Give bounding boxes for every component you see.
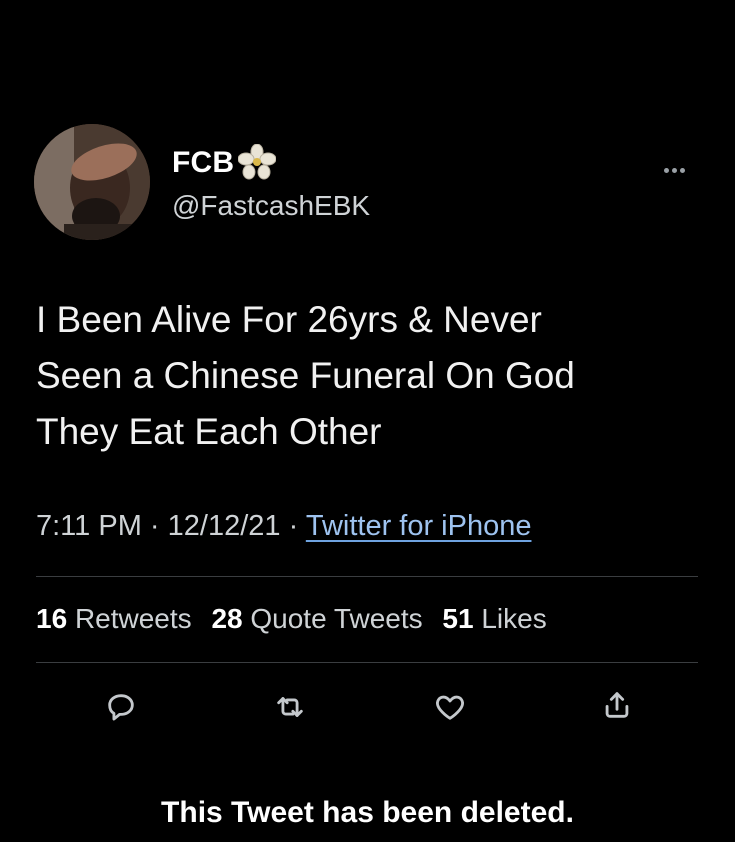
tweet-actions: [0, 690, 735, 730]
tweet-meta: 7:11 PM · 12/12/21 · Twitter for iPhone: [36, 510, 531, 543]
retweets-stat[interactable]: 16 Retweets: [36, 603, 192, 634]
more-options-icon[interactable]: [664, 160, 698, 173]
tweet-text-line: They Eat Each Other: [36, 411, 382, 452]
tweet-text-line: Seen a Chinese Funeral On God: [36, 355, 575, 396]
white-flower-emoji-icon: [238, 144, 276, 180]
tweet-stats: 16 Retweets 28 Quote Tweets 51 Likes: [36, 603, 559, 635]
reply-icon[interactable]: [104, 690, 138, 724]
quote-tweets-stat[interactable]: 28 Quote Tweets: [211, 603, 422, 634]
user-handle[interactable]: @FastcashEBK: [172, 190, 370, 222]
like-icon[interactable]: [433, 690, 467, 724]
avatar-image: [34, 124, 150, 240]
retweets-count: 16: [36, 603, 68, 634]
retweets-label: Retweets: [74, 603, 192, 634]
deleted-notice: This Tweet has been deleted.: [161, 796, 574, 829]
tweet-time[interactable]: 7:11 PM: [36, 510, 142, 542]
retweet-icon[interactable]: [273, 690, 307, 724]
quote-tweets-label: Quote Tweets: [250, 603, 423, 634]
display-name[interactable]: FCB: [172, 146, 234, 180]
tweet-text: I Been Alive For 26yrs & Never Seen a Ch…: [36, 292, 716, 460]
tweet-date[interactable]: 12/12/21: [168, 510, 281, 542]
quote-tweets-count: 28: [211, 603, 243, 634]
tweet-card: FCB @FastcashEBK I Been Alive For 26yrs …: [0, 0, 735, 842]
share-icon[interactable]: [600, 688, 634, 722]
meta-separator: ·: [288, 510, 299, 542]
avatar[interactable]: [34, 124, 150, 240]
divider: [36, 576, 698, 577]
meta-separator: ·: [149, 510, 160, 542]
likes-label: Likes: [481, 603, 547, 634]
likes-count: 51: [442, 603, 474, 634]
likes-stat[interactable]: 51 Likes: [442, 603, 546, 634]
tweet-text-line: I Been Alive For 26yrs & Never: [36, 299, 542, 340]
tweet-source-link[interactable]: Twitter for iPhone: [306, 510, 532, 542]
divider: [36, 662, 698, 663]
